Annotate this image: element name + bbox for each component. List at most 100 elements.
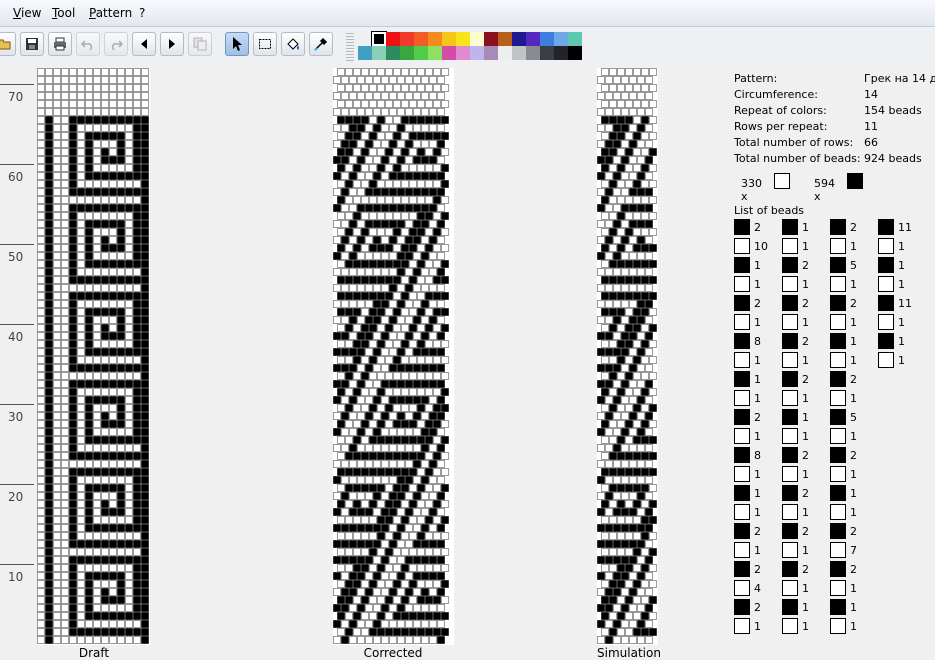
- bead-list-item[interactable]: 1: [830, 466, 857, 482]
- palette-swatch[interactable]: [512, 46, 526, 60]
- bead-list-item[interactable]: 1: [878, 257, 905, 273]
- bead-list-item[interactable]: 1: [830, 352, 857, 368]
- palette-swatch[interactable]: [400, 32, 414, 46]
- bead-list-item[interactable]: 8: [734, 333, 761, 349]
- bead-list-item[interactable]: 2: [782, 333, 809, 349]
- bead-list-item[interactable]: 1: [782, 428, 809, 444]
- bead-list-item[interactable]: 2: [734, 219, 761, 235]
- bead-list-item[interactable]: 2: [830, 561, 857, 577]
- corrected-panel[interactable]: [333, 68, 454, 645]
- palette-swatch[interactable]: [428, 32, 442, 46]
- draft-panel[interactable]: [37, 68, 150, 645]
- bead-list-item[interactable]: 1: [734, 371, 761, 387]
- palette-swatch[interactable]: [540, 32, 554, 46]
- palette-swatch[interactable]: [386, 46, 400, 60]
- bead-list-item[interactable]: 1: [830, 504, 857, 520]
- simulation-panel[interactable]: [597, 68, 658, 645]
- bead-list-item[interactable]: 1: [830, 599, 857, 615]
- bead-list-item[interactable]: 1: [830, 314, 857, 330]
- palette-swatch[interactable]: [568, 32, 582, 46]
- palette-swatch[interactable]: [442, 46, 456, 60]
- palette-swatch[interactable]: [400, 46, 414, 60]
- palette-swatch[interactable]: [372, 46, 386, 60]
- picker-icon[interactable]: [309, 32, 333, 56]
- bead-list-item[interactable]: 1: [734, 485, 761, 501]
- bead-list-item[interactable]: 2: [830, 219, 857, 235]
- palette-swatch[interactable]: [470, 46, 484, 60]
- prev-icon[interactable]: [132, 32, 156, 56]
- palette-swatch[interactable]: [554, 32, 568, 46]
- bead-list-item[interactable]: 1: [830, 618, 857, 634]
- bead-list-item[interactable]: 1: [782, 618, 809, 634]
- pointer-icon[interactable]: [225, 32, 249, 56]
- bead-list-item[interactable]: 2: [782, 485, 809, 501]
- undo-icon[interactable]: [76, 32, 100, 56]
- palette-swatch[interactable]: [512, 32, 526, 46]
- bead-list-item[interactable]: 1: [830, 428, 857, 444]
- palette-swatch[interactable]: [456, 46, 470, 60]
- bead-list-item[interactable]: 1: [734, 314, 761, 330]
- bead-list-item[interactable]: 1: [830, 276, 857, 292]
- bead-list-item[interactable]: 2: [782, 561, 809, 577]
- bead-list-item[interactable]: 4: [734, 580, 761, 596]
- bead-list-item[interactable]: 1: [782, 219, 809, 235]
- palette-swatch[interactable]: [371, 31, 387, 47]
- palette-swatch[interactable]: [358, 46, 372, 60]
- palette-swatch[interactable]: [428, 46, 442, 60]
- redo-icon[interactable]: [104, 32, 128, 56]
- bead-list-item[interactable]: 1: [734, 618, 761, 634]
- bead-list-item[interactable]: 1: [782, 276, 809, 292]
- bead-list-item[interactable]: 2: [734, 523, 761, 539]
- bead-list-item[interactable]: 1: [782, 466, 809, 482]
- bead-list-item[interactable]: 1: [830, 390, 857, 406]
- toolbar-grip[interactable]: [346, 33, 354, 61]
- bead-list-item[interactable]: 2: [782, 523, 809, 539]
- select-icon[interactable]: [253, 32, 277, 56]
- bead-list-item[interactable]: 2: [734, 599, 761, 615]
- palette-swatch[interactable]: [414, 46, 428, 60]
- palette-swatch[interactable]: [568, 46, 582, 60]
- print-icon[interactable]: [48, 32, 72, 56]
- bead-list-item[interactable]: 1: [782, 542, 809, 558]
- bead-list-item[interactable]: 1: [734, 466, 761, 482]
- bead-list-item[interactable]: 11: [878, 219, 912, 235]
- bead-list-item[interactable]: 7: [830, 542, 857, 558]
- palette-swatch[interactable]: [526, 46, 540, 60]
- bead-list-item[interactable]: 5: [830, 257, 857, 273]
- bead-list-item[interactable]: 1: [782, 314, 809, 330]
- bead-list-item[interactable]: 2: [734, 409, 761, 425]
- bead-list-item[interactable]: 2: [782, 447, 809, 463]
- palette-swatch[interactable]: [526, 32, 540, 46]
- bead-list-item[interactable]: 1: [830, 485, 857, 501]
- copy-icon[interactable]: [188, 32, 212, 56]
- bead-list-item[interactable]: 1: [830, 580, 857, 596]
- bead-list-item[interactable]: 1: [782, 238, 809, 254]
- palette-swatch[interactable]: [414, 32, 428, 46]
- bead-list-item[interactable]: 1: [734, 276, 761, 292]
- bead-list-item[interactable]: 1: [734, 390, 761, 406]
- palette-swatch[interactable]: [442, 32, 456, 46]
- menu-tool[interactable]: Tool: [52, 6, 75, 20]
- bead-list-item[interactable]: 1: [878, 314, 905, 330]
- palette-swatch[interactable]: [540, 46, 554, 60]
- next-icon[interactable]: [160, 32, 184, 56]
- palette-swatch[interactable]: [484, 32, 498, 46]
- bead-list-item[interactable]: 1: [782, 390, 809, 406]
- bead-list-item[interactable]: 1: [830, 333, 857, 349]
- bead-list-item[interactable]: 2: [782, 257, 809, 273]
- palette-swatch[interactable]: [554, 46, 568, 60]
- palette-swatch[interactable]: [386, 32, 400, 46]
- bead-list-item[interactable]: 1: [734, 257, 761, 273]
- bead-list-item[interactable]: 1: [782, 409, 809, 425]
- bead-list-item[interactable]: 2: [830, 295, 857, 311]
- bead-list-item[interactable]: 2: [830, 447, 857, 463]
- bead-list-item[interactable]: 1: [878, 352, 905, 368]
- bead-list-item[interactable]: 1: [782, 580, 809, 596]
- bead-list-item[interactable]: 8: [734, 447, 761, 463]
- bead-list-item[interactable]: 1: [734, 428, 761, 444]
- bead-list-item[interactable]: 1: [878, 238, 905, 254]
- menu-pattern[interactable]: Pattern: [89, 6, 132, 20]
- bead-list-item[interactable]: 1: [782, 599, 809, 615]
- bead-list-item[interactable]: 1: [878, 333, 905, 349]
- open-icon[interactable]: [0, 32, 16, 56]
